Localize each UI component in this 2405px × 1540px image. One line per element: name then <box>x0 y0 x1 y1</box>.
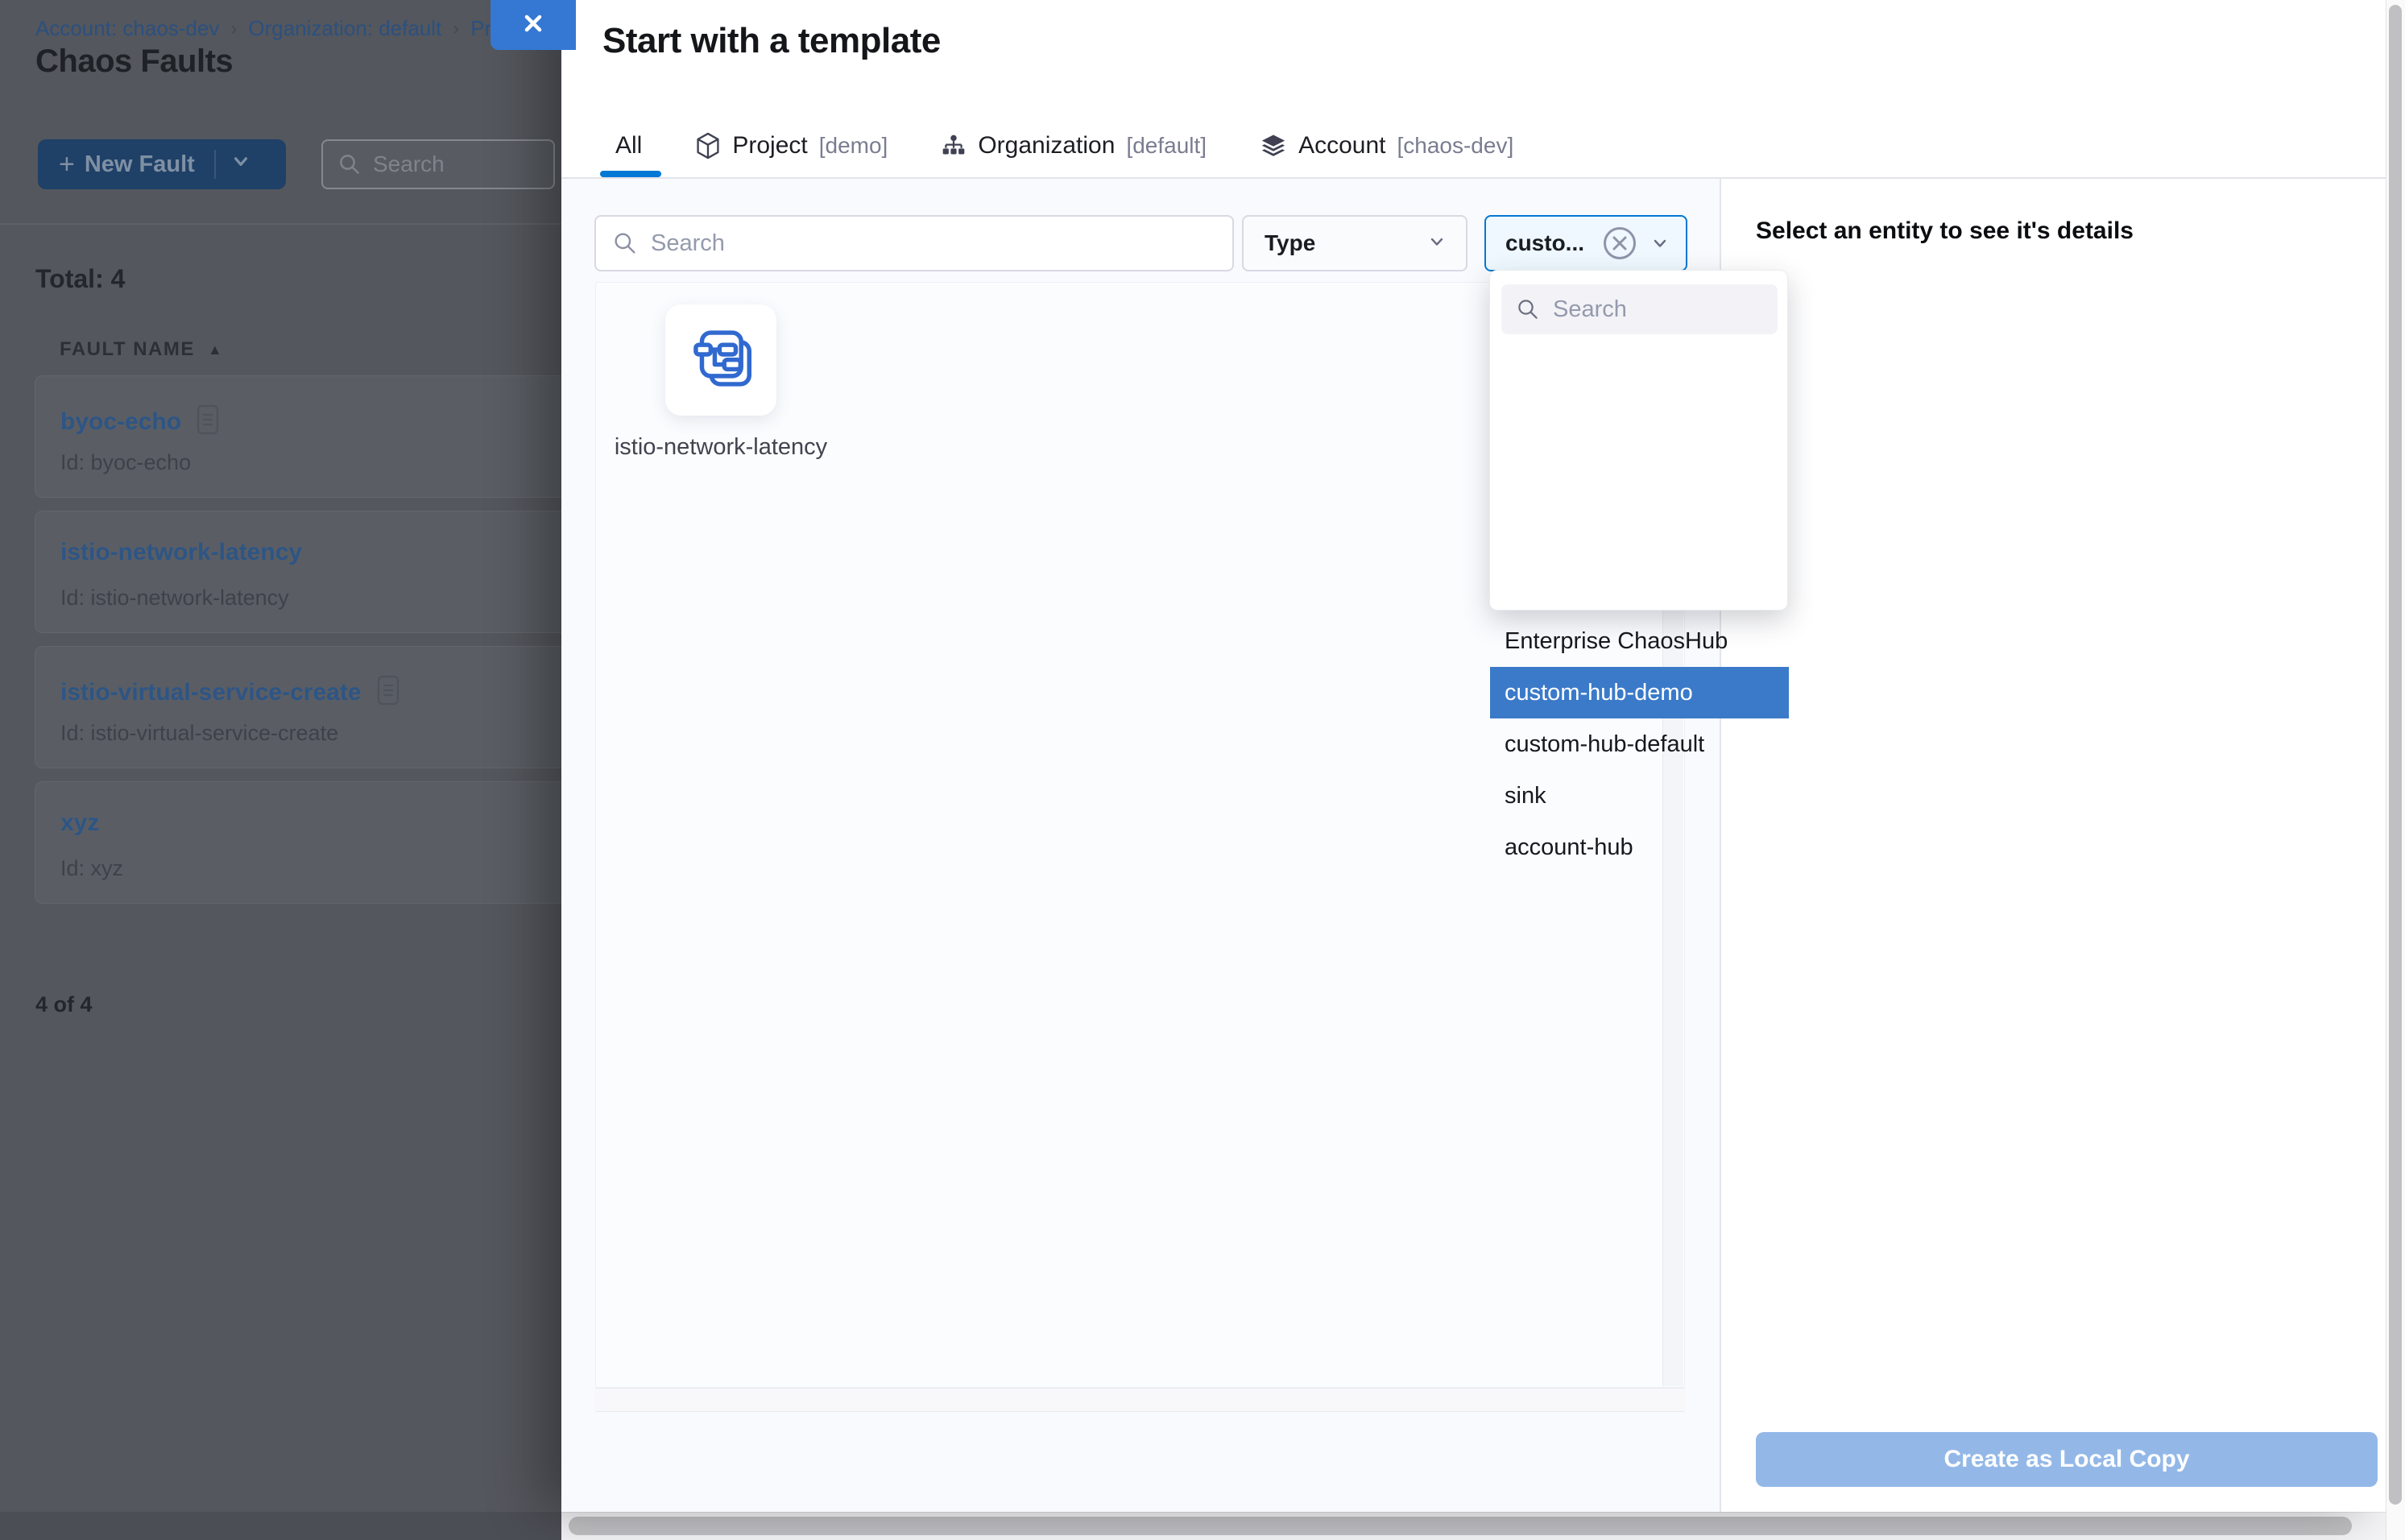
fault-id-label: Id: istio-virtual-service-create <box>60 721 338 746</box>
menu-item-label: custom-hub-default <box>1505 731 1704 758</box>
search-icon <box>612 230 638 256</box>
document-icon <box>196 404 220 440</box>
tab-label: Account <box>1298 132 1385 159</box>
breadcrumb: Account: chaos-dev › Organization: defau… <box>35 16 508 41</box>
dimmed-scrollbar-area <box>0 1512 561 1540</box>
template-card-istio-network-latency[interactable] <box>665 304 776 416</box>
close-icon <box>519 10 547 41</box>
fault-name-column-header[interactable]: FAULT NAME ▲ <box>60 338 223 361</box>
tab-scope-label: [default] <box>1126 133 1207 159</box>
breadcrumb-separator: › <box>453 18 459 40</box>
tab-label: Organization <box>978 132 1115 159</box>
search-icon <box>1516 297 1540 321</box>
chaoshub-filter-value: custo... <box>1505 230 1584 256</box>
table-row[interactable]: byoc-echo Id: byoc-echo <box>35 375 582 498</box>
fault-name-link[interactable]: byoc-echo <box>60 408 181 436</box>
fault-name-link[interactable]: xyz <box>60 809 99 837</box>
type-filter-label: Type <box>1265 230 1315 256</box>
chaoshub-dropdown-menu: Search Enterprise ChaosHub custom-hub-de… <box>1489 270 1788 611</box>
menu-item-custom-hub-demo[interactable]: custom-hub-demo <box>1490 667 1789 718</box>
tab-all[interactable]: All <box>615 132 642 159</box>
template-grid-footer <box>595 1388 1685 1412</box>
close-drawer-button[interactable] <box>491 0 576 50</box>
start-with-template-drawer: Start with a template All Project [demo]… <box>561 0 2386 1512</box>
tab-label: All <box>615 132 642 159</box>
plus-icon: + <box>59 149 75 180</box>
menu-item-label: account-hub <box>1505 834 1633 861</box>
pagination-label: 4 of 4 <box>35 992 93 1017</box>
fault-name-link[interactable]: istio-network-latency <box>60 539 302 566</box>
document-icon <box>376 674 400 710</box>
chaoshub-menu-search-input[interactable]: Search <box>1501 284 1778 334</box>
type-filter-dropdown[interactable]: Type <box>1242 215 1467 271</box>
chaoshub-filter-dropdown[interactable]: custo... <box>1484 215 1687 271</box>
menu-item-label: Enterprise ChaosHub <box>1505 628 1728 655</box>
faults-search-input[interactable]: Search <box>321 139 555 189</box>
tab-label: Project <box>732 132 807 159</box>
menu-item-custom-hub-default[interactable]: custom-hub-default <box>1490 718 1789 770</box>
template-search-input[interactable]: Search <box>594 215 1234 271</box>
template-scope-tabs: All Project [demo] Organization [default… <box>615 121 1513 171</box>
chevron-down-icon[interactable] <box>1649 232 1671 255</box>
create-as-local-copy-button[interactable]: Create as Local Copy <box>1756 1432 2378 1487</box>
details-empty-state-text: Select an entity to see it's details <box>1756 217 2134 245</box>
chevron-down-icon[interactable] <box>229 149 253 180</box>
total-count-label: Total: 4 <box>35 264 125 294</box>
page-title: Chaos Faults <box>35 43 233 80</box>
vertical-scrollbar-thumb[interactable] <box>2389 5 2402 1505</box>
fault-id-label: Id: istio-network-latency <box>60 586 289 611</box>
sort-ascending-icon: ▲ <box>208 342 223 358</box>
menu-item-label: sink <box>1505 783 1546 809</box>
new-fault-label: New Fault <box>85 151 195 178</box>
layers-icon <box>1260 132 1287 159</box>
menu-item-enterprise-chaoshub[interactable]: Enterprise ChaosHub <box>1490 615 1789 667</box>
table-row[interactable]: istio-virtual-service-create Id: istio-v… <box>35 646 582 768</box>
active-tab-indicator <box>600 171 661 177</box>
search-placeholder: Search <box>651 230 725 257</box>
search-placeholder: Search <box>373 151 445 177</box>
menu-item-sink[interactable]: sink <box>1490 770 1789 822</box>
cube-icon <box>695 132 721 159</box>
menu-item-label: custom-hub-demo <box>1505 680 1693 706</box>
tab-account[interactable]: Account [chaos-dev] <box>1260 132 1513 159</box>
tab-organization[interactable]: Organization [default] <box>941 132 1207 159</box>
template-card-label: istio-network-latency <box>608 430 834 464</box>
button-divider <box>214 150 216 179</box>
new-fault-button[interactable]: + New Fault <box>38 139 286 189</box>
table-row[interactable]: istio-network-latency Id: istio-network-… <box>35 511 582 633</box>
search-icon <box>337 152 362 176</box>
tab-scope-label: [demo] <box>819 133 888 159</box>
fault-name-link[interactable]: istio-virtual-service-create <box>60 679 362 706</box>
breadcrumb-account-link[interactable]: Account: chaos-dev <box>35 16 219 41</box>
chevron-down-icon <box>1426 230 1448 257</box>
tab-scope-label: [chaos-dev] <box>1397 133 1513 159</box>
fault-id-label: Id: byoc-echo <box>60 450 191 475</box>
breadcrumb-separator: › <box>230 18 237 40</box>
breadcrumb-organization-link[interactable]: Organization: default <box>248 16 441 41</box>
menu-item-account-hub[interactable]: account-hub <box>1490 822 1789 873</box>
horizontal-scrollbar-thumb[interactable] <box>569 1517 2352 1535</box>
column-header-label: FAULT NAME <box>60 338 195 361</box>
org-chart-icon <box>941 133 967 159</box>
tab-project[interactable]: Project [demo] <box>695 132 888 159</box>
clear-filter-icon[interactable] <box>1602 226 1637 261</box>
search-placeholder: Search <box>1553 296 1627 323</box>
drawer-title: Start with a template <box>602 21 941 61</box>
workflow-template-icon <box>687 325 755 396</box>
table-row[interactable]: xyz Id: xyz <box>35 781 582 904</box>
toolbar-divider <box>0 223 561 225</box>
fault-id-label: Id: xyz <box>60 856 123 881</box>
